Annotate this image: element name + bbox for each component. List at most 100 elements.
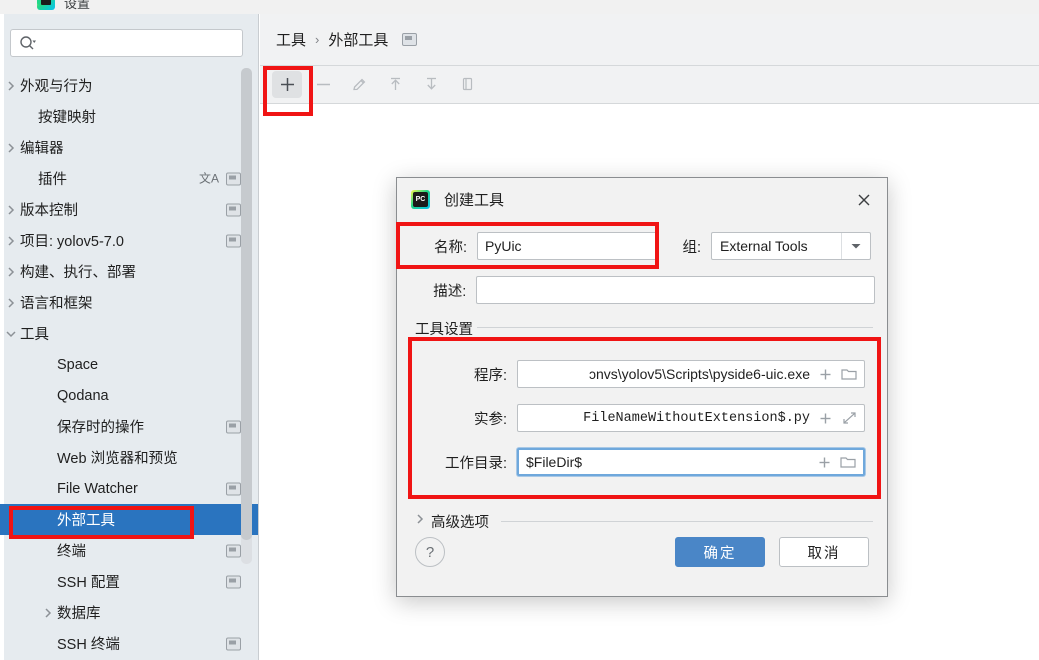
sidebar-item-label: 插件 bbox=[38, 172, 67, 188]
create-tool-dialog: 创建工具 名称: 组: External Tools 描述: bbox=[396, 177, 888, 597]
sidebar-item-2[interactable]: 编辑器 bbox=[0, 132, 258, 163]
tool-settings-title: 工具设置 bbox=[415, 318, 481, 339]
description-row: 描述: bbox=[415, 276, 875, 304]
cancel-button[interactable]: 取消 bbox=[779, 537, 869, 567]
working-directory-input[interactable]: $FileDir$ bbox=[526, 454, 813, 470]
sidebar-item-label: 外部工具 bbox=[57, 513, 115, 529]
sidebar-item-label: 语言和框架 bbox=[20, 296, 93, 312]
settings-sidebar: 外观与行为 按键映射 编辑器 插件 文A 版本控制项目: yolov5-7.0 构建、执行、… bbox=[0, 14, 259, 660]
program-row: 程序: ɔnvs\yolov5\Scripts\pyside6-uic.exe bbox=[435, 360, 875, 388]
search-field-wrapper[interactable] bbox=[10, 29, 243, 57]
monitor-badge-icon bbox=[402, 33, 418, 46]
working-directory-input-wrapper[interactable]: $FileDir$ bbox=[517, 448, 865, 476]
window-titlebar: 设置 bbox=[0, 0, 1039, 14]
sidebar-item-badges bbox=[226, 420, 241, 433]
sidebar-item-18[interactable]: SSH 终端 bbox=[0, 628, 258, 659]
sidebar-item-badges bbox=[226, 203, 241, 216]
sidebar-item-11[interactable]: 保存时的操作 bbox=[0, 411, 258, 442]
sidebar-item-12[interactable]: Web 浏览器和预览 bbox=[0, 442, 258, 473]
sidebar-item-16[interactable]: SSH 配置 bbox=[0, 566, 258, 597]
sidebar-item-13[interactable]: File Watcher bbox=[0, 473, 258, 504]
sidebar-item-label: Web 浏览器和预览 bbox=[57, 451, 178, 467]
insert-macro-icon[interactable] bbox=[813, 456, 835, 469]
chevron-right-icon[interactable] bbox=[4, 203, 18, 217]
name-row: 名称: 组: External Tools bbox=[415, 232, 875, 260]
chevron-right-icon[interactable] bbox=[4, 234, 18, 248]
sidebar-item-6[interactable]: 构建、执行、部署 bbox=[0, 256, 258, 287]
sidebar-item-label: SSH 终端 bbox=[57, 637, 120, 653]
program-input[interactable]: ɔnvs\yolov5\Scripts\pyside6-uic.exe bbox=[525, 366, 814, 382]
edit-tool-button[interactable] bbox=[344, 71, 374, 98]
group-select-value: External Tools bbox=[720, 238, 808, 254]
breadcrumb-root[interactable]: 工具 bbox=[276, 29, 306, 50]
browse-folder-icon[interactable] bbox=[836, 367, 862, 381]
sidebar-scrollbar-thumb[interactable] bbox=[241, 68, 252, 540]
browse-folder-icon[interactable] bbox=[835, 455, 861, 469]
arguments-input-wrapper[interactable]: FileNameWithoutExtension$.py bbox=[517, 404, 865, 432]
sidebar-scrollbar-track[interactable] bbox=[241, 68, 252, 564]
dialog-title: 创建工具 bbox=[444, 191, 505, 209]
pycharm-icon bbox=[37, 0, 55, 10]
expand-editor-icon[interactable] bbox=[836, 411, 862, 425]
help-button[interactable]: ? bbox=[415, 537, 445, 567]
sidebar-item-10[interactable]: Qodana bbox=[0, 380, 258, 411]
move-up-button[interactable] bbox=[380, 71, 410, 98]
sidebar-item-1[interactable]: 按键映射 bbox=[0, 101, 258, 132]
chevron-down-icon[interactable] bbox=[4, 327, 18, 341]
monitor-badge-icon bbox=[226, 420, 241, 433]
advanced-options-label: 高级选项 bbox=[431, 514, 489, 531]
sidebar-item-label: 版本控制 bbox=[20, 203, 78, 219]
copy-tool-button[interactable] bbox=[452, 71, 482, 98]
sidebar-item-14[interactable]: 外部工具 bbox=[0, 504, 258, 535]
sidebar-item-label: 数据库 bbox=[57, 606, 101, 622]
arguments-row: 实参: FileNameWithoutExtension$.py bbox=[435, 404, 875, 432]
move-down-button[interactable] bbox=[416, 71, 446, 98]
sidebar-item-5[interactable]: 项目: yolov5-7.0 bbox=[0, 225, 258, 256]
working-directory-label: 工作目录: bbox=[444, 455, 507, 472]
sidebar-item-label: 项目: yolov5-7.0 bbox=[20, 234, 124, 250]
sidebar-item-label: 保存时的操作 bbox=[57, 420, 144, 436]
chevron-right-icon[interactable] bbox=[4, 265, 18, 279]
sidebar-item-8[interactable]: 工具 bbox=[0, 318, 258, 349]
chevron-right-icon[interactable] bbox=[4, 79, 18, 93]
tools-toolbar bbox=[260, 66, 1039, 104]
search-icon bbox=[19, 35, 37, 51]
sidebar-item-4[interactable]: 版本控制 bbox=[0, 194, 258, 225]
sidebar-item-label: Qodana bbox=[57, 387, 109, 404]
cancel-label: 取消 bbox=[807, 545, 841, 562]
sidebar-item-0[interactable]: 外观与行为 bbox=[0, 70, 258, 101]
group-label: 组: bbox=[682, 239, 701, 256]
ok-button[interactable]: 确定 bbox=[675, 537, 765, 567]
program-input-wrapper[interactable]: ɔnvs\yolov5\Scripts\pyside6-uic.exe bbox=[517, 360, 865, 388]
breadcrumb: 工具 › 外部工具 bbox=[260, 14, 1039, 66]
breadcrumb-separator: › bbox=[315, 32, 320, 47]
description-input[interactable] bbox=[476, 276, 875, 304]
settings-tree: 外观与行为 按键映射 编辑器 插件 文A 版本控制项目: yolov5-7.0 构建、执行、… bbox=[0, 70, 258, 660]
sidebar-item-17[interactable]: 数据库 bbox=[0, 597, 258, 628]
chevron-right-icon[interactable] bbox=[415, 512, 425, 530]
chevron-right-icon[interactable] bbox=[4, 296, 18, 310]
name-input[interactable] bbox=[477, 232, 657, 260]
ok-label: 确定 bbox=[703, 545, 737, 562]
sidebar-item-7[interactable]: 语言和框架 bbox=[0, 287, 258, 318]
sidebar-item-15[interactable]: 终端 bbox=[0, 535, 258, 566]
advanced-options-toggle[interactable]: 高级选项 bbox=[415, 512, 873, 531]
group-select[interactable]: External Tools bbox=[711, 232, 871, 260]
arguments-input[interactable]: FileNameWithoutExtension$.py bbox=[525, 411, 814, 426]
insert-macro-icon[interactable] bbox=[814, 368, 836, 381]
sidebar-item-label: 工具 bbox=[20, 327, 49, 343]
chevron-down-icon[interactable] bbox=[841, 233, 870, 259]
monitor-badge-icon bbox=[226, 575, 241, 588]
chevron-right-icon[interactable] bbox=[4, 141, 18, 155]
chevron-right-icon[interactable] bbox=[41, 606, 55, 620]
sidebar-item-badges bbox=[226, 482, 241, 495]
add-tool-button[interactable] bbox=[272, 71, 302, 98]
remove-tool-button[interactable] bbox=[308, 71, 338, 98]
sidebar-item-badges bbox=[226, 544, 241, 557]
monitor-badge-icon bbox=[226, 544, 241, 557]
search-input[interactable] bbox=[37, 30, 242, 56]
close-icon[interactable] bbox=[853, 189, 875, 211]
sidebar-item-9[interactable]: Space bbox=[0, 349, 258, 380]
insert-macro-icon[interactable] bbox=[814, 412, 836, 425]
sidebar-item-3[interactable]: 插件 文A bbox=[0, 163, 258, 194]
